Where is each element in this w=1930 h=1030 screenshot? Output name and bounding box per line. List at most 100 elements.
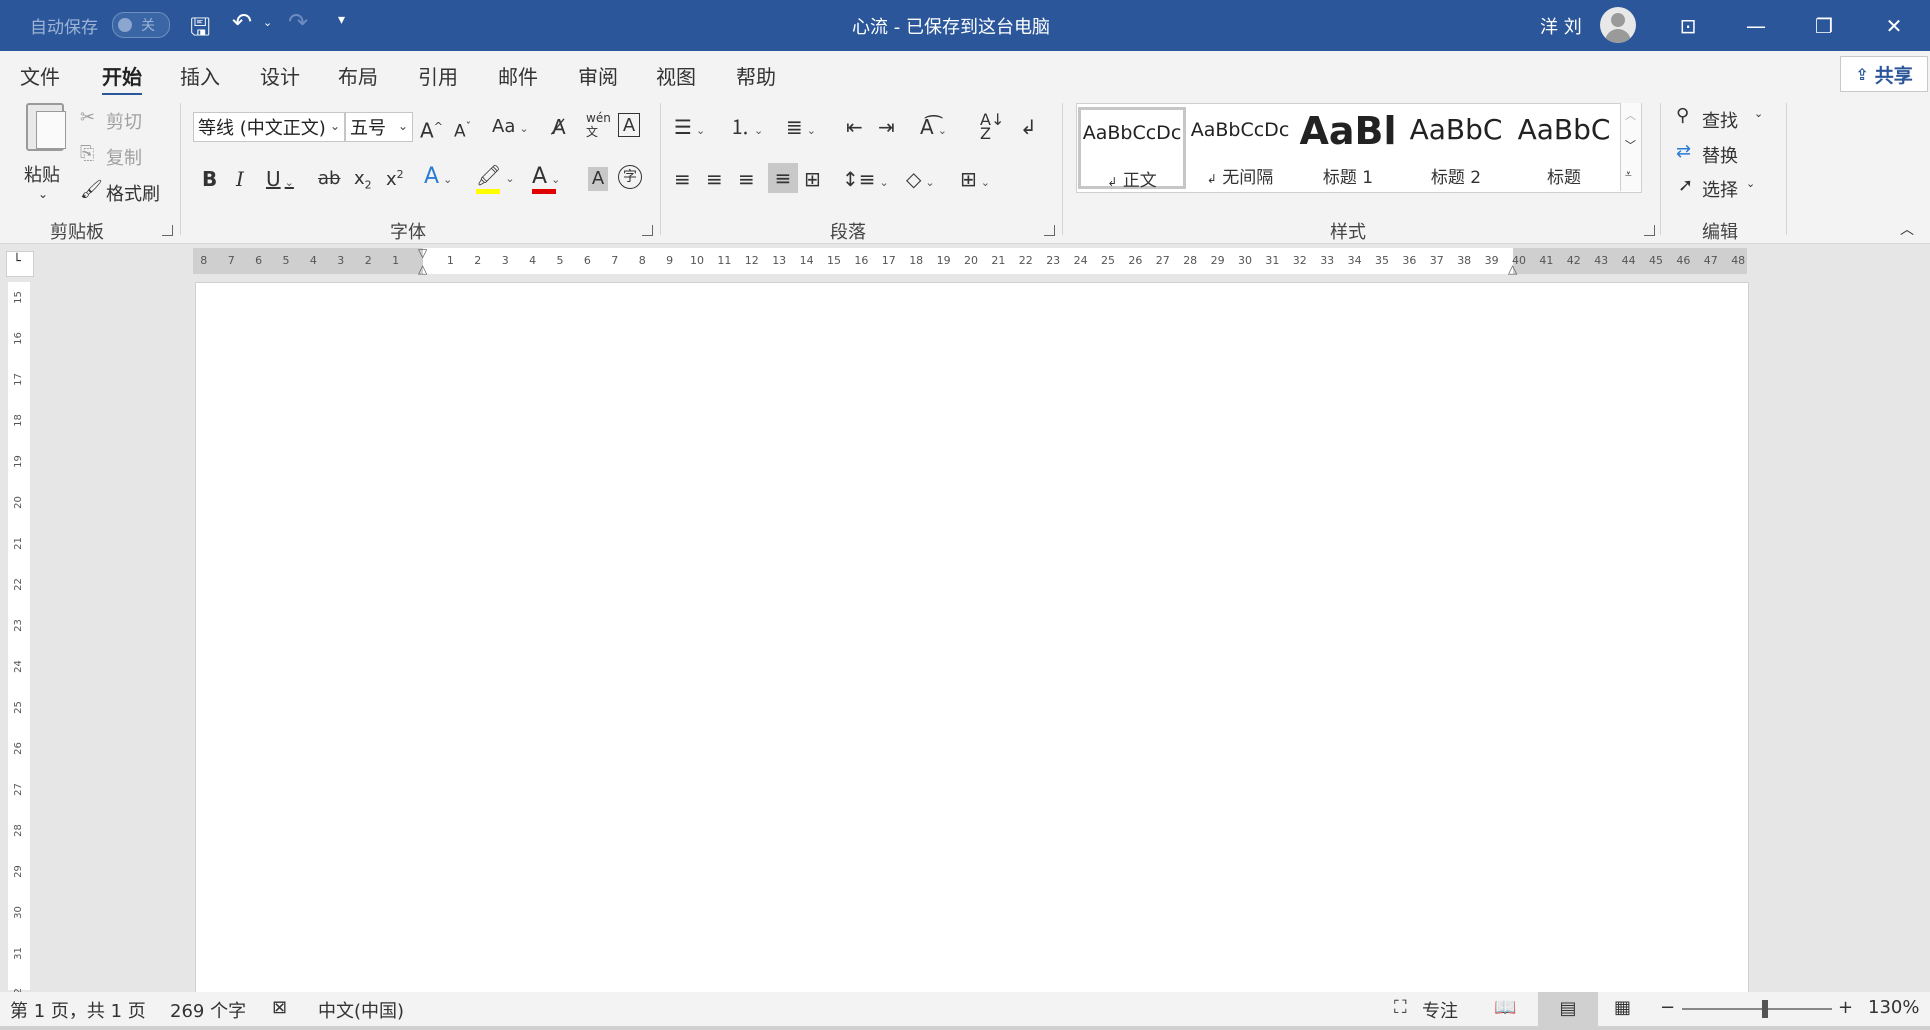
web-layout-icon[interactable]: ▦ xyxy=(1614,997,1631,1018)
style-heading-1[interactable]: AaBl 标题 1 xyxy=(1294,107,1402,189)
language-indicator[interactable]: 中文(中国) xyxy=(318,997,404,1023)
distributed-icon[interactable]: ⊞ xyxy=(804,167,821,191)
tab-layout[interactable]: 布局 xyxy=(338,61,378,90)
zoom-slider[interactable] xyxy=(1682,1000,1832,1018)
focus-button[interactable]: 专注 xyxy=(1422,997,1458,1023)
restore-icon[interactable]: ❐ xyxy=(1790,0,1858,51)
tab-references[interactable]: 引用 xyxy=(418,61,458,90)
bullets-icon[interactable]: ☰ ⌄ xyxy=(674,115,705,143)
sort-icon[interactable]: A↓ Z xyxy=(980,112,1004,142)
find-button[interactable]: 查找 xyxy=(1702,107,1738,133)
user-avatar-icon[interactable] xyxy=(1600,7,1636,43)
font-color-icon[interactable]: A ⌄ xyxy=(532,165,560,192)
phonetic-guide-icon[interactable]: wén 文 xyxy=(586,111,611,139)
increase-indent-icon[interactable]: ⇥ xyxy=(878,115,895,139)
tab-help[interactable]: 帮助 xyxy=(736,61,776,90)
tab-view[interactable]: 视图 xyxy=(656,61,696,90)
chevron-down-icon[interactable]: ﹀ xyxy=(1625,137,1636,153)
align-center-icon[interactable]: ≡ xyxy=(706,167,723,191)
proofing-icon[interactable]: ⊠ xyxy=(272,997,287,1018)
tab-insert[interactable]: 插入 xyxy=(180,61,220,90)
enclose-characters-icon[interactable]: 字 xyxy=(618,165,642,189)
vertical-ruler[interactable]: 151617181920212223242526272829303132 xyxy=(8,282,30,1001)
tab-mailings[interactable]: 邮件 xyxy=(498,61,538,90)
style-no-spacing[interactable]: AaBbCcDc ↲ 无间隔 xyxy=(1186,107,1294,189)
subscript-icon[interactable]: x2 xyxy=(354,167,372,198)
tab-selector[interactable]: └ xyxy=(6,251,34,277)
font-name-select[interactable]: 等线 (中文正文) ⌄ xyxy=(193,112,345,142)
tab-home[interactable]: 开始 xyxy=(102,61,142,96)
paste-dropdown-icon[interactable]: ⌄ xyxy=(38,187,48,201)
hanging-indent-handle[interactable]: △ xyxy=(418,262,427,276)
paste-button[interactable]: 粘贴 ⌄ xyxy=(18,103,68,203)
style-heading-2[interactable]: AaBbC 标题 2 xyxy=(1402,107,1510,189)
replace-button[interactable]: 替换 xyxy=(1702,142,1738,168)
collapse-ribbon-icon[interactable]: ︿ xyxy=(1900,219,1914,239)
shading-icon[interactable]: ◇ ⌄ xyxy=(906,167,935,195)
superscript-icon[interactable]: x2 xyxy=(386,163,404,192)
chinese-layout-icon[interactable]: A͡ ⌄ xyxy=(920,115,947,143)
autosave-toggle[interactable]: 关 xyxy=(112,12,170,38)
close-icon[interactable]: ✕ xyxy=(1860,0,1928,51)
change-case-icon[interactable]: Aa ⌄ xyxy=(492,115,529,141)
focus-icon[interactable]: ⛶ xyxy=(1394,997,1407,1018)
character-shading-icon[interactable]: A xyxy=(588,167,608,191)
styles-dialog-launcher-icon[interactable] xyxy=(1644,225,1655,236)
chevron-down-icon[interactable]: ⌄ xyxy=(1746,177,1755,190)
zoom-level[interactable]: 130% xyxy=(1868,997,1919,1018)
multilevel-list-icon[interactable]: ≣ ⌄ xyxy=(786,115,816,143)
grow-font-icon[interactable]: A^ xyxy=(420,115,443,143)
font-dialog-launcher-icon[interactable] xyxy=(642,225,653,236)
right-indent-handle[interactable]: △ xyxy=(1508,262,1517,276)
read-mode-icon[interactable]: 📖 xyxy=(1494,997,1516,1018)
print-layout-icon[interactable]: ▤ xyxy=(1538,992,1598,1026)
save-icon[interactable]: 🖫 xyxy=(190,10,210,51)
tab-review[interactable]: 审阅 xyxy=(578,61,618,90)
minimize-icon[interactable]: — xyxy=(1722,0,1790,51)
character-border-icon[interactable]: A xyxy=(618,113,640,137)
zoom-slider-thumb[interactable] xyxy=(1761,1000,1768,1018)
show-marks-icon[interactable]: ↲ xyxy=(1020,115,1037,139)
align-left-icon[interactable]: ≡ xyxy=(674,167,691,191)
chevron-down-icon[interactable]: ⌄ xyxy=(1754,107,1763,120)
cut-button[interactable]: 剪切 xyxy=(106,108,142,134)
zoom-in-icon[interactable]: + xyxy=(1838,997,1853,1018)
ribbon-display-options-icon[interactable]: ⊡ xyxy=(1654,0,1722,51)
user-name[interactable]: 洋 刘 xyxy=(1540,13,1582,39)
numbering-icon[interactable]: ⒈ ⌄ xyxy=(730,115,763,143)
justify-icon[interactable]: ≡ xyxy=(768,163,798,193)
style-title[interactable]: AaBbC 标题 xyxy=(1510,107,1618,189)
font-size-select[interactable]: 五号 ⌄ xyxy=(345,112,413,142)
copy-button[interactable]: 复制 xyxy=(106,144,142,170)
customize-toolbar-icon[interactable]: ▾ xyxy=(338,12,345,28)
styles-scrollbar[interactable]: ︿ ﹀ ⩡ xyxy=(1620,103,1641,191)
highlight-color-icon[interactable]: 🖍 ⌄ xyxy=(476,163,515,191)
style-normal[interactable]: AaBbCcDc ↲ 正文 xyxy=(1078,107,1186,191)
text-effects-icon[interactable]: A ⌄ xyxy=(424,165,452,192)
paragraph-dialog-launcher-icon[interactable] xyxy=(1044,225,1055,236)
horizontal-ruler[interactable]: 8 7 6 5 4 3 2 1 1 2 3 4 5 6 7 8 9 10 11 12 13 14 15 16 17 18 19 20 2… xyxy=(193,246,1747,276)
underline-icon[interactable]: U ⌄ xyxy=(266,167,294,195)
format-painter-button[interactable]: 格式刷 xyxy=(106,180,160,206)
bold-icon[interactable]: B xyxy=(202,167,217,191)
first-line-indent-handle[interactable]: ▽ xyxy=(418,246,427,260)
shrink-font-icon[interactable]: Aˇ xyxy=(454,115,471,144)
undo-icon[interactable]: ↶ xyxy=(232,8,252,36)
align-right-icon[interactable]: ≡ xyxy=(738,167,755,191)
strikethrough-icon[interactable]: ab xyxy=(318,167,340,191)
styles-more-icon[interactable]: ⩡ xyxy=(1625,167,1632,182)
tab-file[interactable]: 文件 xyxy=(20,61,60,90)
undo-dropdown-icon[interactable]: ⌄ xyxy=(263,16,272,29)
share-button[interactable]: ⇪ 共享 xyxy=(1840,56,1928,92)
clear-formatting-icon[interactable]: A̸ xyxy=(552,115,566,139)
borders-icon[interactable]: ⊞ ⌄ xyxy=(960,167,990,195)
line-spacing-icon[interactable]: ↕≡ ⌄ xyxy=(842,167,889,195)
chevron-up-icon[interactable]: ︿ xyxy=(1625,107,1636,123)
page-count[interactable]: 第 1 页，共 1 页 xyxy=(10,997,146,1023)
italic-icon[interactable]: I xyxy=(236,167,244,191)
clipboard-dialog-launcher-icon[interactable] xyxy=(162,225,173,236)
decrease-indent-icon[interactable]: ⇤ xyxy=(846,115,863,139)
word-count[interactable]: 269 个字 xyxy=(170,997,246,1023)
select-button[interactable]: 选择 xyxy=(1702,176,1738,202)
zoom-out-icon[interactable]: − xyxy=(1660,997,1675,1018)
